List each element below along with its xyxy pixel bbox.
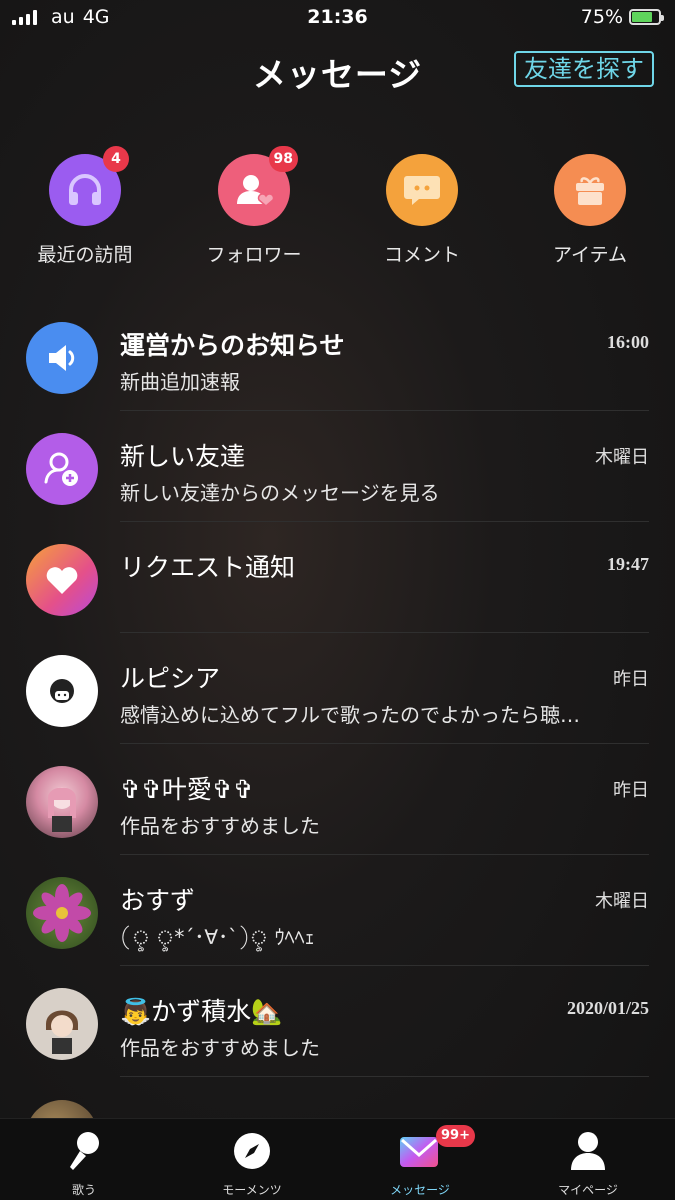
- quick-action-items[interactable]: アイテム: [520, 154, 660, 267]
- compass-icon: [234, 1133, 270, 1169]
- message-sender: 👼かず積水🏡: [120, 997, 283, 1026]
- message-time: 16:00: [607, 332, 649, 352]
- message-sender: リクエスト通知: [120, 553, 296, 582]
- quick-action-followers[interactable]: 98 フォロワー: [184, 146, 324, 267]
- clock: 21:36: [307, 6, 368, 28]
- heart-icon: [26, 544, 98, 616]
- message-time: 木曜日: [595, 447, 649, 468]
- tab-my-page[interactable]: マイページ: [504, 1127, 672, 1198]
- user-avatar: [26, 988, 98, 1060]
- message-sender: ✞✞叶愛✞✞: [120, 775, 254, 804]
- speaker-icon: [26, 322, 98, 394]
- message-time: 2020/01/25: [566, 998, 649, 1018]
- person-icon: [571, 1132, 605, 1170]
- list-item[interactable]: リクエスト通知 19:47: [0, 522, 675, 633]
- tab-label: マイページ: [558, 1183, 618, 1197]
- tab-messages[interactable]: 99+ メッセージ: [336, 1125, 504, 1198]
- quick-action-label: フォロワー: [206, 244, 302, 266]
- messages-badge: 99+: [436, 1125, 475, 1147]
- battery-percent: 75%: [580, 6, 623, 28]
- message-time: 19:47: [607, 554, 649, 574]
- chat-bubble-icon: [404, 176, 440, 205]
- quick-action-recent-visits[interactable]: 4 最近の訪問: [15, 146, 155, 267]
- tab-label: メッセージ: [390, 1183, 450, 1197]
- list-item[interactable]: 新しい友達 新しい友達からのメッセージを見る 木曜日: [0, 411, 675, 522]
- quick-actions: 4 最近の訪問 98 フォロワー コメント アイテム: [0, 146, 675, 274]
- message-time: 昨日: [613, 669, 649, 690]
- divider: [120, 1076, 649, 1077]
- quick-action-label: 最近の訪問: [37, 244, 133, 266]
- headphones-icon: [69, 174, 101, 205]
- message-preview: 感情込めに込めてフルで歌ったのでよかったら聴…: [120, 703, 580, 727]
- message-sender: おすず: [120, 886, 196, 915]
- bottom-tab-bar: 歌う モーメンツ 99+ メッセージ マイページ: [0, 1118, 675, 1200]
- message-sender: 新しい友達: [120, 442, 246, 471]
- status-bar: au 4G 21:36 75%: [0, 0, 675, 36]
- visits-badge: 4: [103, 146, 129, 172]
- message-preview: 作品をおすすめました: [120, 814, 320, 838]
- find-friends-button[interactable]: 友達を探す: [514, 51, 654, 87]
- battery-icon: [629, 9, 664, 25]
- microphone-icon: [70, 1132, 99, 1170]
- user-avatar: [26, 655, 98, 727]
- quick-action-label: アイテム: [552, 244, 628, 266]
- quick-action-label: コメント: [383, 244, 460, 266]
- list-item[interactable]: 👼かず積水🏡 作品をおすすめました 2020/01/25: [0, 966, 675, 1077]
- message-preview: (ৢ ৢ*´･∀･`)ৢ ｳﾍﾍｪ: [120, 925, 315, 949]
- message-time: 木曜日: [595, 891, 649, 912]
- person-heart-icon: [237, 175, 275, 207]
- message-sender: 運営からのお知らせ: [120, 331, 345, 360]
- message-preview: 新曲追加速報: [120, 370, 240, 394]
- gift-icon: [576, 177, 604, 205]
- list-item[interactable]: 運営からのお知らせ 新曲追加速報 16:00: [0, 300, 675, 411]
- quick-action-comments[interactable]: コメント: [352, 154, 492, 267]
- tab-moments[interactable]: モーメンツ: [168, 1127, 336, 1198]
- message-time: 昨日: [613, 780, 649, 801]
- tab-label: モーメンツ: [222, 1183, 282, 1197]
- tab-label: 歌う: [71, 1183, 96, 1197]
- message-preview: 新しい友達からのメッセージを見る: [120, 481, 440, 505]
- message-preview: 作品をおすすめました: [120, 1036, 320, 1060]
- new-friend-icon: [26, 433, 98, 505]
- list-item[interactable]: ✞✞叶愛✞✞ 作品をおすすめました 昨日: [0, 744, 675, 855]
- message-sender: ルピシア: [120, 664, 221, 693]
- message-list: 運営からのお知らせ 新曲追加速報 16:00 新しい友達 新しい友達からのメッセ…: [0, 300, 675, 1077]
- list-item[interactable]: ルピシア 感情込めに込めてフルで歌ったのでよかったら聴… 昨日: [0, 633, 675, 744]
- tab-sing[interactable]: 歌う: [0, 1127, 168, 1198]
- followers-badge: 98: [268, 146, 298, 172]
- list-item[interactable]: おすず (ৢ ৢ*´･∀･`)ৢ ｳﾍﾍｪ 木曜日: [0, 855, 675, 966]
- user-avatar: [26, 766, 98, 838]
- flower-avatar: [26, 877, 98, 949]
